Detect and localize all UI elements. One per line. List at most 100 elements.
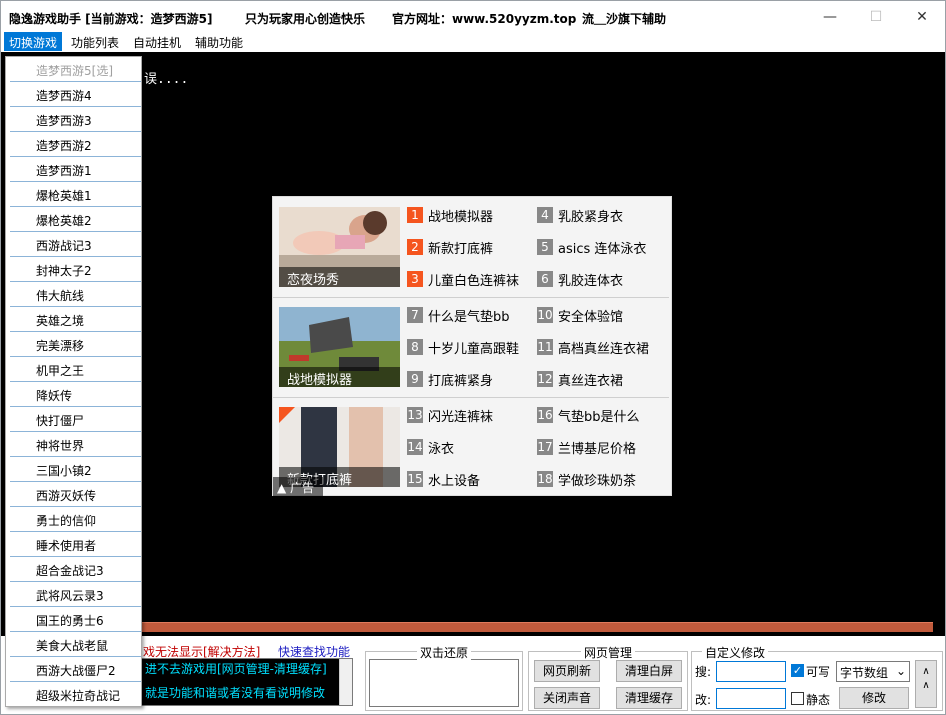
- clear-cache-button[interactable]: 清理缓存: [616, 687, 682, 709]
- ad-link[interactable]: 9 打底裤紧身: [407, 370, 494, 389]
- dropdown-item[interactable]: 降妖传: [6, 382, 141, 407]
- ad-image[interactable]: 新款打底裤: [279, 407, 400, 487]
- ad-badge-label: 广告: [290, 481, 315, 495]
- static-checkbox[interactable]: [791, 692, 804, 705]
- help-line-1: 进不去游戏用[网页管理-清理缓存]: [145, 662, 327, 676]
- dropdown-item[interactable]: 超合金战记3: [6, 557, 141, 582]
- change-value-input[interactable]: [716, 688, 786, 709]
- maximize-button[interactable]: ☐: [853, 1, 899, 32]
- ad-link[interactable]: 3 儿童白色连裤袜: [407, 270, 519, 289]
- title-bar: 隐逸游戏助手 [当前游戏：造梦西游5] 只为玩家用心创造快乐 官方网址：www.…: [1, 1, 945, 32]
- dropdown-item[interactable]: 完美漂移: [6, 332, 141, 357]
- clear-white-screen-button[interactable]: 清理白屏: [616, 660, 682, 682]
- brand-label: 流＿沙旗下辅助: [582, 12, 667, 26]
- value-type-select[interactable]: 字节数组 ⌄: [836, 661, 910, 682]
- ad-rank-badge: 7: [407, 307, 423, 323]
- ad-link[interactable]: 10 安全体验馆: [537, 306, 623, 325]
- value-type-value: 字节数组: [840, 666, 889, 680]
- ad-link[interactable]: 5 asics 连体泳衣: [537, 238, 647, 257]
- dropdown-item[interactable]: 造梦西游2: [6, 132, 141, 157]
- change-label: 改:: [695, 693, 712, 707]
- ad-link[interactable]: 7 什么是气垫bb: [407, 306, 510, 325]
- dropdown-item[interactable]: 西游灭妖传: [6, 482, 141, 507]
- modify-button[interactable]: 修改: [839, 687, 909, 709]
- ad-link[interactable]: 2 新款打底裤: [407, 238, 493, 257]
- ad-link[interactable]: 15 水上设备: [407, 470, 480, 489]
- scroll-up-button[interactable]: ∧ ∧: [915, 660, 937, 708]
- ad-link-text: asics 连体泳衣: [558, 241, 647, 257]
- ad-link[interactable]: 12 真丝连衣裙: [537, 370, 623, 389]
- dropdown-item[interactable]: 美食大战老鼠: [6, 632, 141, 657]
- dropdown-item[interactable]: 睡术使用者: [6, 532, 141, 557]
- close-button[interactable]: ✕: [899, 1, 945, 32]
- app-title: 隐逸游戏助手 [当前游戏：造梦西游5]: [9, 12, 213, 26]
- refresh-page-button[interactable]: 网页刷新: [534, 660, 600, 682]
- ad-link[interactable]: 1 战地模拟器: [407, 206, 493, 225]
- ad-link[interactable]: 14 泳衣: [407, 438, 455, 457]
- menu-auto-hang[interactable]: 自动挂机: [128, 32, 186, 51]
- ad-link-text: 乳胶紧身衣: [558, 209, 624, 225]
- dropdown-item[interactable]: 快打僵尸: [6, 407, 141, 432]
- ad-link[interactable]: 11 高档真丝连衣裙: [537, 338, 649, 357]
- dropdown-item[interactable]: 神将世界: [6, 432, 141, 457]
- writable-label: 可写: [806, 665, 831, 679]
- ad-link[interactable]: 17 兰博基尼价格: [537, 438, 637, 457]
- ad-image[interactable]: 战地模拟器: [279, 307, 400, 387]
- ad-link[interactable]: 16 气垫bb是什么: [537, 406, 640, 425]
- ad-link[interactable]: 6 乳胶连体衣: [537, 270, 624, 289]
- ad-rank-badge: 1: [407, 207, 423, 223]
- progress-bar: [131, 622, 933, 632]
- dropdown-item[interactable]: 西游大战僵尸2: [6, 657, 141, 682]
- ad-link[interactable]: 8 十岁儿童高跟鞋: [407, 338, 520, 357]
- static-label: 静态: [806, 693, 831, 707]
- ad-link-text: 气垫bb是什么: [558, 409, 640, 425]
- ad-link-text: 学做珍珠奶茶: [558, 473, 637, 489]
- dropdown-item[interactable]: 造梦西游4: [6, 82, 141, 107]
- dropdown-item[interactable]: 超级米拉奇战记: [6, 682, 141, 707]
- ad-link-text: 打底裤紧身: [428, 373, 494, 389]
- dropdown-item-selected[interactable]: 造梦西游5[选]: [6, 57, 141, 82]
- dropdown-item[interactable]: 爆枪英雄1: [6, 182, 141, 207]
- ad-link-text: 十岁儿童高跟鞋: [428, 341, 520, 357]
- custom-modify-label: 自定义修改: [702, 644, 769, 661]
- ad-rank-badge: 3: [407, 271, 423, 287]
- ad-rank-badge: 11: [537, 339, 553, 355]
- dropdown-item[interactable]: 西游战记3: [6, 232, 141, 257]
- help-text-box[interactable]: 进不去游戏用[网页管理-清理缓存] 就是功能和谐或者没有看说明修改: [141, 658, 353, 706]
- ad-link-text: 什么是气垫bb: [428, 309, 510, 325]
- dropdown-item[interactable]: 勇士的信仰: [6, 507, 141, 532]
- dropdown-item[interactable]: 伟大航线: [6, 282, 141, 307]
- dropdown-item[interactable]: 封神太子2: [6, 257, 141, 282]
- ad-rank-badge: 16: [537, 407, 553, 423]
- restore-box[interactable]: [369, 659, 519, 707]
- game-dropdown-menu: 造梦西游5[选] 造梦西游4 造梦西游3 造梦西游2 造梦西游1 爆枪英雄1 爆…: [5, 56, 142, 707]
- search-value-input[interactable]: [716, 661, 786, 682]
- dropdown-item[interactable]: 武将风云录3: [6, 582, 141, 607]
- ad-rank-badge: 2: [407, 239, 423, 255]
- dropdown-item[interactable]: 三国小镇2: [6, 457, 141, 482]
- dropdown-item[interactable]: 造梦西游3: [6, 107, 141, 132]
- ad-link[interactable]: 4 乳胶紧身衣: [537, 206, 624, 225]
- dropdown-item[interactable]: 英雄之境: [6, 307, 141, 332]
- help-scrollbar[interactable]: [339, 659, 352, 705]
- ad-link-text: 兰博基尼价格: [558, 441, 637, 457]
- dropdown-item[interactable]: 国王的勇士6: [6, 607, 141, 632]
- menu-assist[interactable]: 辅助功能: [190, 32, 248, 51]
- ad-rank-badge: 15: [407, 471, 423, 487]
- ad-image[interactable]: 恋夜场秀: [279, 207, 400, 287]
- ad-link[interactable]: 13 闪光连裤袜: [407, 406, 493, 425]
- ad-link-text: 泳衣: [428, 441, 455, 457]
- slogan: 只为玩家用心创造快乐: [245, 12, 366, 26]
- dropdown-item[interactable]: 机甲之王: [6, 357, 141, 382]
- help-line-2: 就是功能和谐或者没有看说明修改: [145, 686, 326, 700]
- menu-feature-list[interactable]: 功能列表: [66, 32, 124, 51]
- dropdown-item[interactable]: 造梦西游1: [6, 157, 141, 182]
- writable-checkbox[interactable]: ✓: [791, 664, 804, 677]
- dropdown-item[interactable]: 爆枪英雄2: [6, 207, 141, 232]
- ad-badge: ▲ 广告: [273, 477, 323, 496]
- menu-switch-game[interactable]: 切换游戏: [4, 32, 63, 51]
- ad-link[interactable]: 18 学做珍珠奶茶: [537, 470, 637, 489]
- ad-link-text: 乳胶连体衣: [558, 273, 624, 289]
- mute-button[interactable]: 关闭声音: [534, 687, 600, 709]
- minimize-button[interactable]: —: [807, 1, 853, 32]
